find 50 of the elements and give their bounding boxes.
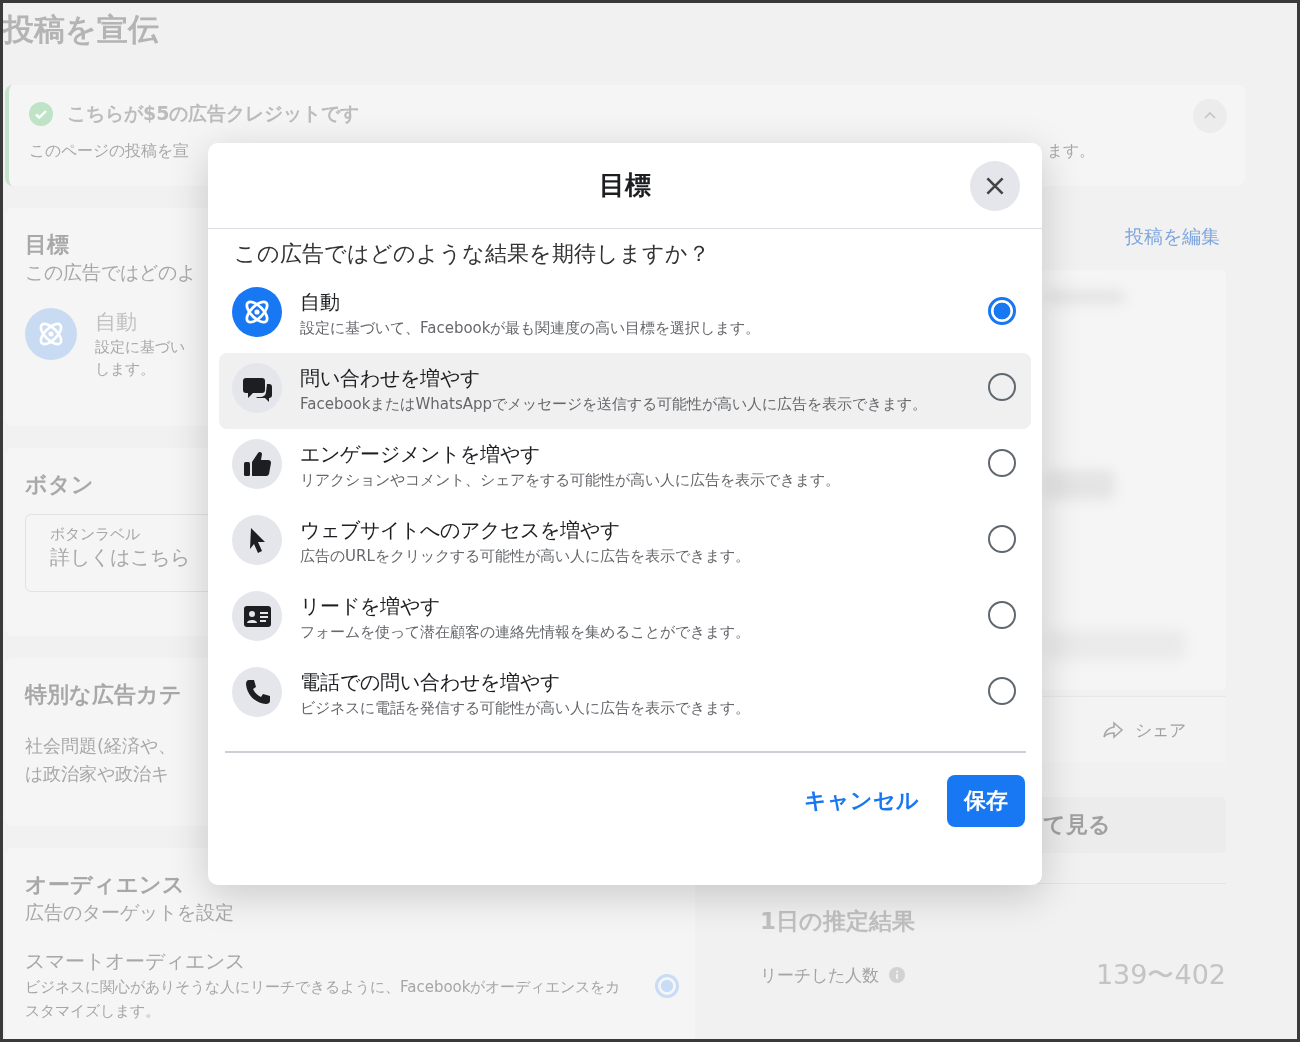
radio-button[interactable] [988, 677, 1016, 705]
dialog-title: 目標 [599, 169, 651, 202]
option-text: 設定に基づい [95, 337, 185, 358]
objective-option[interactable]: 問い合わせを増やす FacebookまたはWhatsAppでメッセージを送信する可能性が高い人に広告を表示できます。 [219, 353, 1031, 429]
option-description: フォームを使って潜在顧客の連絡先情報を集めることができます。 [300, 622, 751, 643]
card-text: 社会問題(経済や、 [25, 734, 178, 758]
objective-option[interactable]: エンゲージメントを増やす リアクションやコメント、シェアをする可能性が高い人に広告を表示できます。 [219, 429, 1031, 505]
thumbs-up-icon [232, 439, 282, 489]
option-title: 問い合わせを増やす [300, 365, 481, 392]
phone-icon [232, 667, 282, 717]
option-text: ビジネスに関心がありそうな人にリーチできるように、Facebookがオーディエンスをカスタマイズします。 [25, 977, 622, 1022]
card-subtitle: 広告のターゲットを設定 [25, 900, 234, 925]
objective-option[interactable]: 自動 設定に基づいて、Facebookが最も関連度の高い目標を選択します。 [219, 277, 1031, 353]
radio-button[interactable] [988, 373, 1016, 401]
card-title: オーディエンス [25, 871, 185, 899]
option-title: 電話での問い合わせを増やす [300, 669, 561, 696]
card-text: は政治家や政治キ [25, 762, 170, 786]
dialog-question: この広告ではどのような結果を期待しますか？ [233, 240, 711, 268]
card-subtitle: この広告ではどのよ [25, 260, 196, 285]
option-description: リアクションやコメント、シェアをする可能性が高い人に広告を表示できます。 [300, 470, 841, 491]
atom-icon [25, 308, 77, 360]
option-title: 自動 [300, 289, 341, 316]
radio-button[interactable] [988, 601, 1016, 629]
option-title: リードを増やす [300, 593, 441, 620]
reach-label: リーチした人数 [760, 963, 879, 987]
option-description: FacebookまたはWhatsAppでメッセージを送信する可能性が高い人に広告を表示できます。 [300, 394, 928, 415]
objective-option[interactable]: 電話での問い合わせを増やす ビジネスに電話を発信する可能性が高い人に広告を表示できます。 [219, 657, 1031, 733]
option-text: します。 [95, 359, 156, 380]
chat-icon [232, 363, 282, 413]
cursor-icon [232, 515, 282, 565]
atom-icon [232, 287, 282, 337]
cancel-button[interactable]: キャンセル [804, 786, 919, 816]
id-card-icon [232, 591, 282, 641]
check-icon [29, 102, 53, 126]
radio-button[interactable] [988, 525, 1016, 553]
option-description: 設定に基づいて、Facebookが最も関連度の高い目標を選択します。 [300, 318, 762, 339]
save-button[interactable]: 保存 [947, 775, 1025, 827]
option-title: エンゲージメントを増やす [300, 441, 541, 468]
banner-text: このページの投稿を宣 [29, 141, 189, 162]
option-title: スマートオーディエンス [25, 948, 246, 975]
banner-title: こちらが$5の広告クレジットです [67, 101, 360, 126]
card-title: 特別な広告カテ [25, 681, 182, 709]
card-title: 目標 [25, 231, 69, 259]
radio-button[interactable] [988, 297, 1016, 325]
radio-button[interactable] [988, 449, 1016, 477]
card-title: ボタン [25, 471, 94, 499]
info-icon [889, 967, 905, 983]
option-description: ビジネスに電話を発信する可能性が高い人に広告を表示できます。 [300, 698, 751, 719]
close-button[interactable] [970, 161, 1020, 211]
banner-text: ます。 [1047, 141, 1095, 162]
